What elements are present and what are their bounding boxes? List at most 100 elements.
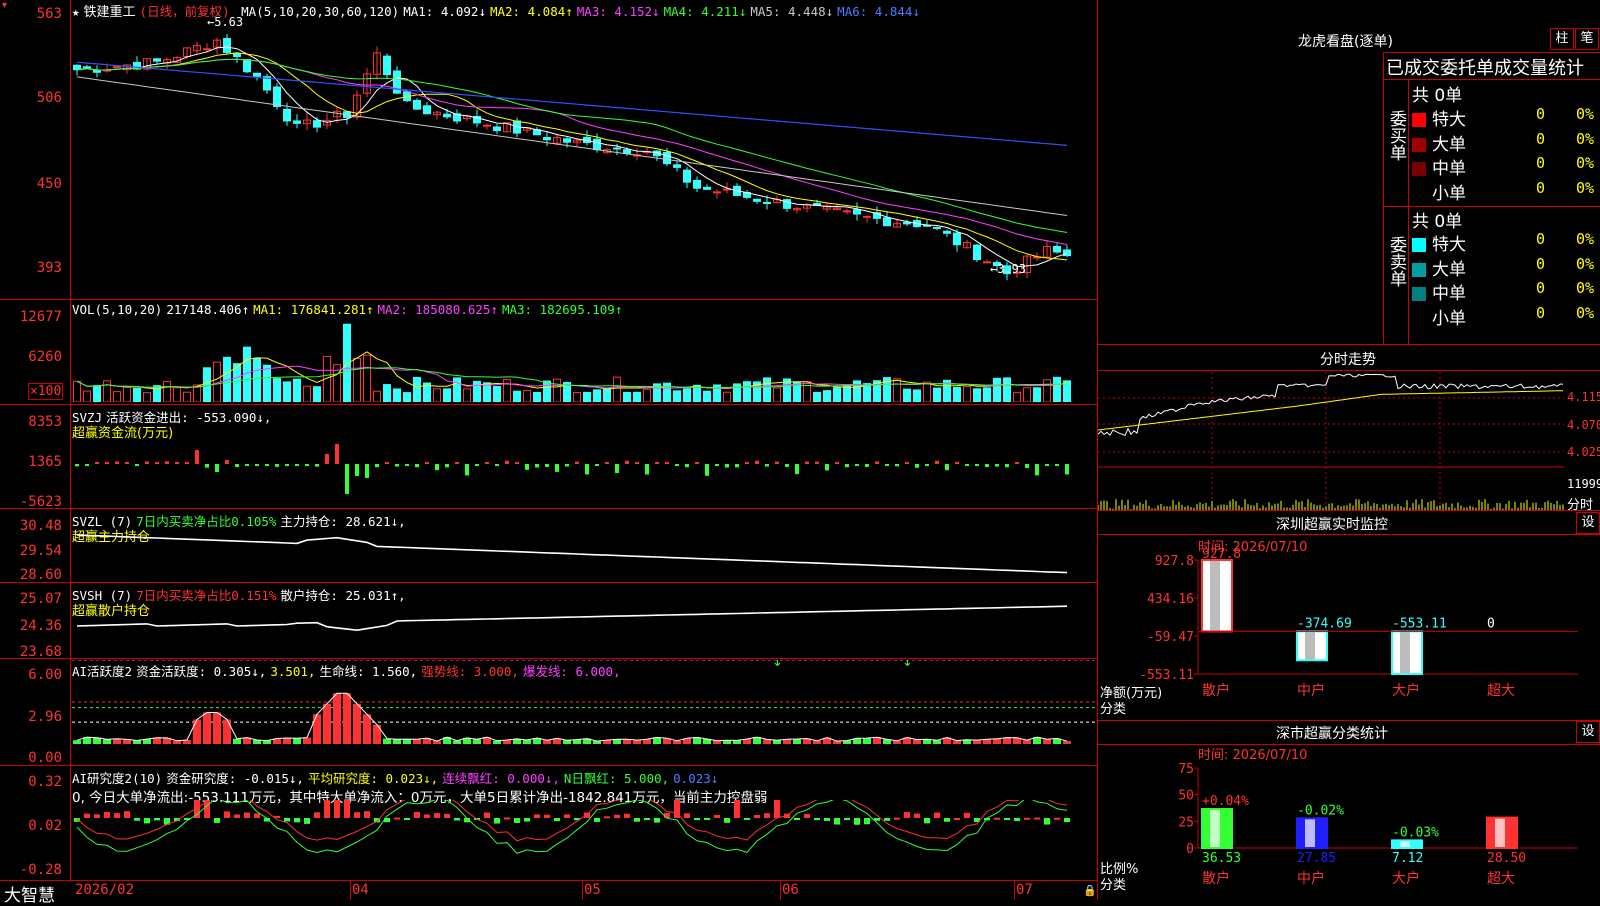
ma-legend-item: MA4: 4.211↓ <box>663 4 747 19</box>
svzl-chart[interactable] <box>72 525 1096 581</box>
flow-bar <box>325 454 329 464</box>
price-axis-label: 506 <box>36 90 62 106</box>
ai-research-chart[interactable] <box>72 800 1096 878</box>
flow-bar <box>135 464 139 466</box>
chart-area[interactable]: ▾ 563 506 450 393 ★ 铁建重工 (日线，前复权) MA(5,10,… <box>0 0 1098 906</box>
svsh-chart[interactable] <box>72 598 1096 656</box>
sz-monitor-settings-button[interactable]: 设 <box>1576 512 1600 534</box>
volume-bar <box>353 357 361 402</box>
ai-active-chart[interactable]: ↓ ↓ <box>72 660 1096 764</box>
activity-bar <box>113 738 121 744</box>
volume-bar <box>953 386 961 402</box>
svzj-axis-label: -5623 <box>19 494 62 510</box>
activity-bar <box>103 739 111 744</box>
sell-row-value: 0 <box>1536 230 1546 248</box>
svzj-chart[interactable] <box>72 420 1096 506</box>
vol-legend-item: VOL(5,10,20) <box>72 302 163 317</box>
price-chart[interactable] <box>72 18 1096 298</box>
research-bar <box>1004 818 1010 820</box>
research-bar <box>424 814 430 818</box>
research-bar <box>514 818 520 823</box>
sz-monitor-chart[interactable]: 927.8 434.16 -59.47 -553.11 927.8 散户 -374.69 中户… <box>1098 548 1600 718</box>
volume-bar <box>763 377 771 402</box>
buy-row: 小单 0 0% <box>1412 179 1600 204</box>
volume-bar <box>133 387 141 402</box>
activity-bar <box>543 740 551 744</box>
research-bar <box>944 818 950 822</box>
flow-bar <box>615 464 619 474</box>
sz-classify-chart[interactable]: 75 50 25 0 +0.04% 36.53 散户 -0.02% 27.85 中户 -0.03% 7… <box>1098 756 1600 900</box>
research-bar <box>324 800 330 818</box>
flow-bar <box>1065 464 1069 475</box>
sell-row-name: 大单 <box>1432 259 1466 280</box>
volume-bar <box>83 390 91 402</box>
flow-bar <box>715 464 719 466</box>
research-bar <box>694 818 700 820</box>
research-bar <box>354 812 360 818</box>
down-arrow-icon: ↓ <box>772 660 783 670</box>
flow-bar <box>235 464 239 468</box>
chart-axis-label: 0 <box>1186 842 1194 857</box>
intraday-price-label: 4.070 <box>1567 418 1600 432</box>
flow-bar <box>855 464 859 466</box>
chart-axis-label: -553.11 <box>1139 668 1194 683</box>
volume-bar <box>983 387 991 402</box>
flow-bar <box>955 461 959 464</box>
volume-bar <box>403 392 411 402</box>
volume-bar <box>1053 376 1061 402</box>
sz-classify-settings-button[interactable]: 设 <box>1576 721 1600 743</box>
favorite-star-icon[interactable]: ★ <box>72 4 80 19</box>
flow-bar <box>515 462 519 464</box>
flow-bar <box>85 464 89 466</box>
vol-unit-label: ×100 <box>28 383 64 400</box>
research-bar <box>114 813 120 818</box>
flow-bar <box>395 464 399 467</box>
flow-bar <box>705 464 709 476</box>
flow-bar <box>315 464 319 467</box>
flow-bar <box>485 462 489 464</box>
volume-bar <box>453 377 461 402</box>
flow-bar <box>595 464 599 466</box>
volume-bar <box>373 390 381 402</box>
activity-bar <box>383 738 391 744</box>
lock-icon[interactable]: 🔒 <box>1083 884 1097 897</box>
color-swatch-icon <box>1412 186 1426 201</box>
flow-bar <box>925 464 929 466</box>
flow-bar <box>115 461 119 464</box>
volume-bar <box>73 380 81 402</box>
volume-chart[interactable] <box>72 318 1096 402</box>
activity-bar <box>203 712 211 744</box>
flow-bar <box>1035 464 1039 476</box>
candle-body <box>1063 249 1071 257</box>
flow-bar <box>345 464 349 494</box>
research-bar <box>454 818 460 821</box>
buy-row-pct: 0% <box>1576 129 1595 148</box>
research-bar <box>1034 817 1040 820</box>
category-pct-label: 7.12 <box>1392 851 1423 866</box>
candle-body <box>673 164 681 168</box>
volume-bar <box>253 357 261 402</box>
intraday-chart[interactable] <box>1098 372 1564 510</box>
research-bar <box>774 800 780 818</box>
category-bar-shine <box>1305 631 1315 661</box>
candle-body <box>543 137 551 141</box>
research-bar <box>994 817 1000 820</box>
flow-bar <box>795 464 799 475</box>
category-label: 大户 <box>1392 682 1420 699</box>
sell-row-name: 特大 <box>1432 235 1466 255</box>
sell-row-name: 中单 <box>1432 284 1466 304</box>
research-bar <box>934 812 940 818</box>
tick-view-button[interactable]: 笔 <box>1575 28 1599 50</box>
volume-bar <box>613 376 621 402</box>
flow-bar <box>225 460 229 464</box>
stats-title: 已成交委托单成交量统计 <box>1386 58 1584 79</box>
buy-row-pct: 0% <box>1576 154 1595 172</box>
activity-bar <box>313 714 321 744</box>
volume-bar <box>93 385 101 402</box>
svsh-axis-label: 24.36 <box>19 618 62 634</box>
volume-bar <box>443 388 451 402</box>
column-view-button[interactable]: 柱 <box>1550 28 1574 50</box>
sell-row-value: 0 <box>1536 254 1546 273</box>
volume-bar <box>1003 377 1011 402</box>
flow-bar <box>945 464 949 471</box>
